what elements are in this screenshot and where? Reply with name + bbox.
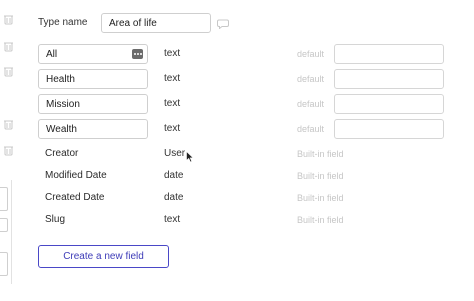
left-panel-field[interactable] bbox=[0, 187, 8, 211]
data-type-editor: Type name Area of life All text default … bbox=[0, 0, 474, 301]
left-panel-field[interactable] bbox=[0, 252, 8, 276]
field-type: date bbox=[164, 170, 184, 181]
field-type: text bbox=[164, 73, 181, 84]
builtin-field-name: Created Date bbox=[45, 192, 105, 203]
field-type: text bbox=[164, 98, 181, 109]
field-type: text bbox=[164, 123, 181, 134]
default-value-input[interactable] bbox=[334, 94, 444, 114]
left-panel-field[interactable] bbox=[0, 218, 8, 232]
field-type: text bbox=[164, 214, 181, 225]
default-label: default bbox=[297, 99, 325, 109]
type-name-label: Type name bbox=[38, 17, 88, 28]
more-dots-icon[interactable] bbox=[132, 49, 143, 59]
builtin-field-name: Slug bbox=[45, 214, 66, 225]
field-type: date bbox=[164, 192, 184, 203]
builtin-label: Built-in field bbox=[297, 215, 344, 225]
comment-icon[interactable] bbox=[217, 16, 229, 34]
default-value-input[interactable] bbox=[334, 69, 444, 89]
field-name-input[interactable]: All bbox=[38, 44, 148, 64]
field-name-input[interactable]: Health bbox=[38, 69, 148, 89]
field-name-input[interactable]: Mission bbox=[38, 94, 148, 114]
field-type: text bbox=[164, 48, 181, 59]
trash-icon[interactable] bbox=[4, 119, 13, 130]
default-label: default bbox=[297, 74, 325, 84]
builtin-label: Built-in field bbox=[297, 149, 344, 159]
create-new-field-button[interactable]: Create a new field bbox=[38, 245, 169, 268]
builtin-field-name: Creator bbox=[45, 148, 79, 159]
default-value-input[interactable] bbox=[334, 119, 444, 139]
trash-icon[interactable] bbox=[4, 14, 13, 25]
field-name-input[interactable]: Wealth bbox=[38, 119, 148, 139]
type-name-input[interactable]: Area of life bbox=[101, 13, 211, 33]
trash-icon[interactable] bbox=[4, 66, 13, 77]
builtin-label: Built-in field bbox=[297, 193, 344, 203]
builtin-label: Built-in field bbox=[297, 171, 344, 181]
trash-icon[interactable] bbox=[4, 41, 13, 52]
trash-icon[interactable] bbox=[4, 145, 13, 156]
mouse-cursor-icon bbox=[186, 150, 194, 168]
builtin-field-name: Modified Date bbox=[45, 170, 107, 181]
default-label: default bbox=[297, 124, 325, 134]
field-name: All bbox=[46, 49, 58, 60]
default-label: default bbox=[297, 49, 325, 59]
field-type: User bbox=[164, 148, 186, 159]
default-value-input[interactable] bbox=[334, 44, 444, 64]
